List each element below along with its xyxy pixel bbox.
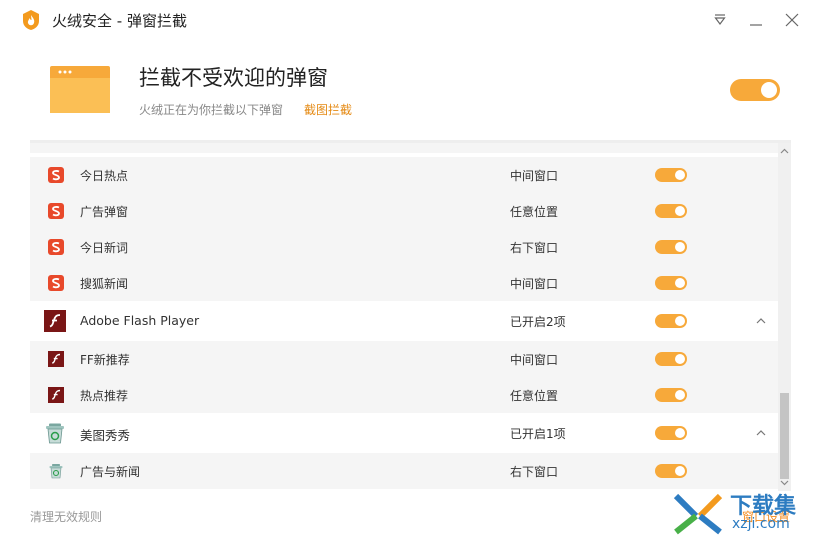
list-item: 今日热点 中间窗口 bbox=[30, 157, 778, 193]
rule-toggle[interactable] bbox=[655, 388, 687, 402]
watermark-logo-icon bbox=[673, 493, 723, 535]
list-item: 广告弹窗 任意位置 bbox=[30, 193, 778, 229]
scroll-up-arrow-icon[interactable] bbox=[778, 145, 791, 157]
minimize-icon bbox=[750, 24, 762, 26]
master-toggle[interactable] bbox=[730, 79, 780, 101]
rule-name: 广告与新闻 bbox=[80, 465, 141, 479]
list-scrollbar[interactable] bbox=[778, 143, 791, 491]
sogou-icon bbox=[48, 239, 64, 255]
list-item: 搜狐新闻 中间窗口 bbox=[30, 265, 778, 301]
screenshot-block-link[interactable]: 截图拦截 bbox=[304, 101, 352, 118]
window-title: 火绒安全 - 弹窗拦截 bbox=[52, 12, 187, 30]
list-item bbox=[30, 143, 778, 153]
close-icon bbox=[785, 13, 799, 27]
site-watermark: 下载集 xzji.com bbox=[672, 488, 817, 538]
rule-name: 搜狐新闻 bbox=[80, 277, 129, 291]
rule-status: 已开启1项 bbox=[510, 427, 566, 441]
page-subtitle: 火绒正在为你拦截以下弹窗 bbox=[139, 103, 284, 117]
rule-position: 任意位置 bbox=[510, 205, 559, 219]
rule-name: FF新推荐 bbox=[80, 353, 130, 367]
group-toggle[interactable] bbox=[655, 314, 687, 328]
chevron-up-icon[interactable] bbox=[754, 426, 768, 440]
rule-status: 已开启2项 bbox=[510, 315, 566, 329]
rule-toggle[interactable] bbox=[655, 352, 687, 366]
rule-name: 今日热点 bbox=[80, 169, 129, 183]
watermark-url: xzji.com bbox=[732, 516, 790, 532]
page-header: 拦截不受欢迎的弹窗 火绒正在为你拦截以下弹窗 截图拦截 bbox=[0, 40, 822, 140]
rule-toggle[interactable] bbox=[655, 240, 687, 254]
app-group-row[interactable]: 美图秀秀 已开启1项 bbox=[30, 413, 778, 453]
rule-name: Adobe Flash Player bbox=[80, 313, 200, 328]
flash-icon bbox=[48, 351, 64, 367]
flash-icon bbox=[44, 310, 66, 332]
list-item: FF新推荐 中间窗口 bbox=[30, 341, 778, 377]
dropdown-menu-icon bbox=[714, 14, 726, 25]
rule-position: 右下窗口 bbox=[510, 241, 559, 255]
rule-name: 今日新词 bbox=[80, 241, 129, 255]
chevron-up-icon[interactable] bbox=[754, 314, 768, 328]
rule-position: 任意位置 bbox=[510, 389, 559, 403]
rule-position: 中间窗口 bbox=[510, 169, 559, 183]
recycle-bin-icon bbox=[46, 423, 64, 444]
page-title: 拦截不受欢迎的弹窗 bbox=[139, 66, 328, 90]
rule-name: 广告弹窗 bbox=[80, 205, 129, 219]
menu-dropdown-button[interactable] bbox=[710, 10, 730, 30]
rule-toggle[interactable] bbox=[655, 276, 687, 290]
app-group-row[interactable]: Adobe Flash Player 已开启2项 bbox=[30, 301, 778, 341]
rule-name: 热点推荐 bbox=[80, 389, 129, 403]
rule-name: 美图秀秀 bbox=[80, 428, 131, 443]
recycle-bin-icon bbox=[49, 464, 63, 479]
sogou-icon bbox=[48, 275, 64, 291]
list-item: 广告与新闻 右下窗口 bbox=[30, 453, 778, 489]
popup-window-icon bbox=[50, 66, 110, 113]
sogou-icon bbox=[48, 167, 64, 183]
close-button[interactable] bbox=[782, 10, 802, 30]
list-item: 热点推荐 任意位置 bbox=[30, 377, 778, 413]
rule-position: 中间窗口 bbox=[510, 277, 559, 291]
scroll-thumb[interactable] bbox=[780, 393, 789, 479]
rule-position: 右下窗口 bbox=[510, 465, 559, 479]
huorong-logo-icon bbox=[23, 10, 39, 30]
sogou-icon bbox=[48, 203, 64, 219]
rule-position: 中间窗口 bbox=[510, 353, 559, 367]
flash-icon bbox=[48, 387, 64, 403]
title-bar: 火绒安全 - 弹窗拦截 bbox=[0, 0, 822, 40]
rule-toggle[interactable] bbox=[655, 464, 687, 478]
minimize-button[interactable] bbox=[746, 10, 766, 30]
group-toggle[interactable] bbox=[655, 426, 687, 440]
list-item: 今日新词 右下窗口 bbox=[30, 229, 778, 265]
rule-toggle[interactable] bbox=[655, 204, 687, 218]
cleanup-rules-link[interactable]: 清理无效规则 bbox=[30, 508, 102, 525]
popup-rule-list: 今日热点 中间窗口 广告弹窗 任意位置 今日新词 右下窗口 搜狐新闻 中间窗口 bbox=[30, 143, 778, 491]
rule-toggle[interactable] bbox=[655, 168, 687, 182]
